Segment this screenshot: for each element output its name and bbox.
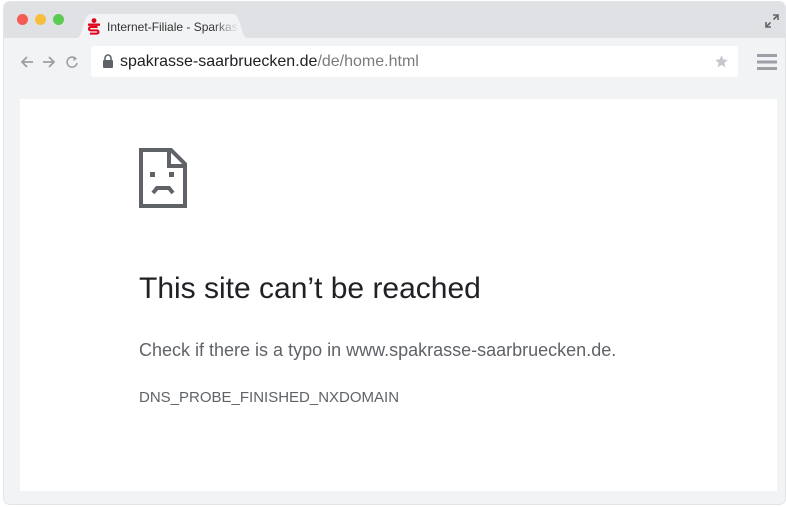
star-icon[interactable] — [714, 54, 729, 69]
tab-title: Internet-Filiale - Sparkasse — [107, 20, 239, 34]
address-bar[interactable]: spakrasse-saarbruecken.de/de/home.html — [91, 46, 738, 77]
error-code: DNS_PROBE_FINISHED_NXDOMAIN — [139, 389, 400, 406]
menu-icon[interactable] — [757, 53, 777, 71]
error-message: Check if there is a typo in www.spakrass… — [139, 340, 617, 360]
sparkasse-favicon-icon — [87, 18, 100, 35]
forward-arrow-icon[interactable] — [42, 55, 56, 69]
error-title: This site can’t be reached — [139, 272, 481, 305]
sad-document-icon — [139, 148, 187, 208]
minimize-window-button[interactable] — [35, 14, 46, 25]
lock-icon[interactable] — [102, 54, 114, 68]
url-path: /de/home.html — [317, 53, 419, 70]
close-window-button[interactable] — [17, 14, 28, 25]
expand-icon[interactable] — [765, 14, 779, 28]
error-page: This site can’t be reached Check if ther… — [20, 99, 777, 491]
address-url: spakrasse-saarbruecken.de/de/home.html — [120, 53, 419, 71]
tab-bar: Internet-Filiale - Sparkasse — [4, 2, 785, 38]
browser-window: Internet-Filiale - Sparkasse spakrasse-s… — [4, 2, 785, 504]
reload-icon[interactable] — [65, 55, 79, 69]
back-arrow-icon[interactable] — [20, 55, 34, 69]
url-host: spakrasse-saarbruecken.de — [120, 53, 318, 70]
maximize-window-button[interactable] — [53, 14, 64, 25]
toolbar: spakrasse-saarbruecken.de/de/home.html — [4, 38, 785, 86]
tab-active[interactable]: Internet-Filiale - Sparkasse — [77, 14, 247, 38]
